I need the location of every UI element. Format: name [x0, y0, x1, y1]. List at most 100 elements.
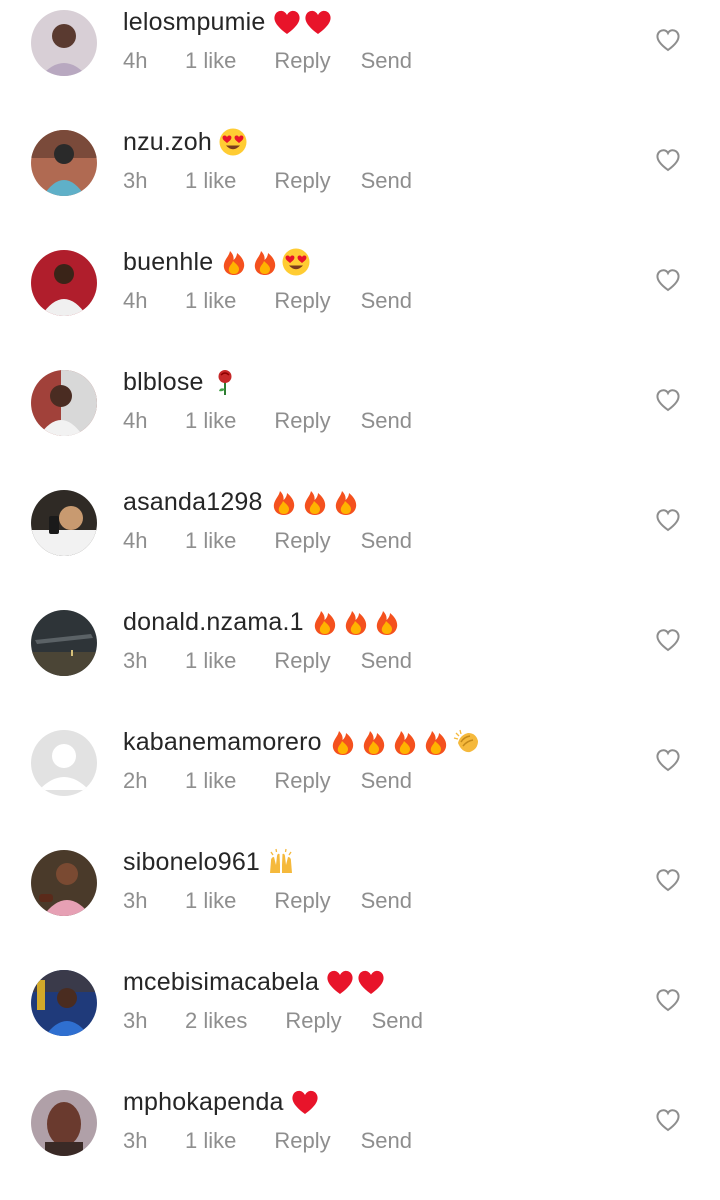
comment-username[interactable]: lelosmpumie — [123, 8, 266, 37]
fire-icon — [310, 607, 340, 637]
reply-button[interactable]: Reply — [274, 888, 330, 914]
like-heart-icon[interactable] — [655, 387, 681, 413]
like-heart-icon[interactable] — [655, 987, 681, 1013]
comment-likes[interactable]: 1 like — [185, 528, 236, 554]
comment-username[interactable]: mcebisimacabela — [123, 968, 319, 997]
comment-likes[interactable]: 2 likes — [185, 1008, 247, 1034]
avatar[interactable] — [31, 730, 97, 796]
avatar[interactable] — [31, 610, 97, 676]
comment-likes[interactable]: 1 like — [185, 288, 236, 314]
comment-likes[interactable]: 1 like — [185, 1128, 236, 1154]
comment-username[interactable]: asanda1298 — [123, 488, 263, 517]
comment-emojis — [290, 1087, 321, 1117]
comment-username[interactable]: buenhle — [123, 248, 213, 277]
avatar[interactable] — [31, 10, 97, 76]
avatar[interactable] — [31, 130, 97, 196]
avatar[interactable] — [31, 250, 97, 316]
avatar[interactable] — [31, 850, 97, 916]
comment-item: mcebisimacabela 3h 2 likes Reply Send — [0, 960, 720, 1080]
comment-likes[interactable]: 1 like — [185, 408, 236, 434]
comment-emojis — [325, 967, 387, 997]
avatar[interactable] — [31, 490, 97, 556]
reply-button[interactable]: Reply — [274, 168, 330, 194]
comment-time: 3h — [123, 888, 148, 913]
comment-item: buenhle 4h 1 like Reply Send — [0, 240, 720, 360]
comment-username[interactable]: mphokapenda — [123, 1088, 284, 1117]
raising-hands-icon — [266, 847, 296, 877]
fire-icon — [300, 487, 330, 517]
comments-list: lelosmpumie 4h 1 like Reply Send nzu.zoh — [0, 0, 720, 1174]
like-heart-icon[interactable] — [655, 267, 681, 293]
like-heart-icon[interactable] — [655, 1107, 681, 1133]
reply-button[interactable]: Reply — [274, 288, 330, 314]
comment-likes[interactable]: 1 like — [185, 888, 236, 914]
fire-icon — [328, 727, 358, 757]
fire-icon — [390, 727, 420, 757]
comment-likes[interactable]: 1 like — [185, 48, 236, 74]
rose-icon — [210, 367, 240, 397]
send-button[interactable]: Send — [361, 528, 412, 554]
comment-likes[interactable]: 1 like — [185, 648, 236, 674]
fire-icon — [372, 607, 402, 637]
comment-username[interactable]: kabanemamorero — [123, 728, 322, 757]
comment-emojis — [210, 367, 241, 397]
fire-icon — [359, 727, 389, 757]
comment-time: 3h — [123, 168, 148, 193]
avatar[interactable] — [31, 370, 97, 436]
comment-emojis — [269, 487, 362, 517]
comment-username[interactable]: blblose — [123, 368, 204, 397]
send-button[interactable]: Send — [361, 768, 412, 794]
comment-likes[interactable]: 1 like — [185, 768, 236, 794]
comment-item: asanda1298 4h 1 like Reply Send — [0, 480, 720, 600]
send-button[interactable]: Send — [361, 48, 412, 74]
fire-icon — [421, 727, 451, 757]
reply-button[interactable]: Reply — [285, 1008, 341, 1034]
heart-eyes-icon — [218, 127, 248, 157]
comment-time: 3h — [123, 1008, 148, 1033]
red-heart-icon — [325, 967, 355, 997]
send-button[interactable]: Send — [361, 288, 412, 314]
avatar[interactable] — [31, 970, 97, 1036]
comment-item: donald.nzama.1 3h 1 like Reply Send — [0, 600, 720, 720]
comment-time: 4h — [123, 528, 148, 553]
red-heart-icon — [303, 7, 333, 37]
comment-emojis — [219, 247, 312, 277]
send-button[interactable]: Send — [361, 1128, 412, 1154]
comment-emojis — [266, 847, 297, 877]
send-button[interactable]: Send — [372, 1008, 423, 1034]
send-button[interactable]: Send — [361, 888, 412, 914]
send-button[interactable]: Send — [361, 408, 412, 434]
like-heart-icon[interactable] — [655, 747, 681, 773]
comment-username[interactable]: sibonelo961 — [123, 848, 260, 877]
fire-icon — [219, 247, 249, 277]
send-button[interactable]: Send — [361, 168, 412, 194]
like-heart-icon[interactable] — [655, 507, 681, 533]
reply-button[interactable]: Reply — [274, 408, 330, 434]
comment-item: mphokapenda 3h 1 like Reply Send — [0, 1080, 720, 1200]
comment-emojis — [218, 127, 249, 157]
like-heart-icon[interactable] — [655, 867, 681, 893]
reply-button[interactable]: Reply — [274, 768, 330, 794]
comment-item: sibonelo961 3h 1 like Reply Send — [0, 840, 720, 960]
red-heart-icon — [272, 7, 302, 37]
send-button[interactable]: Send — [361, 648, 412, 674]
like-heart-icon[interactable] — [655, 147, 681, 173]
comment-emojis — [310, 607, 403, 637]
reply-button[interactable]: Reply — [274, 48, 330, 74]
reply-button[interactable]: Reply — [274, 528, 330, 554]
comment-time: 4h — [123, 288, 148, 313]
reply-button[interactable]: Reply — [274, 648, 330, 674]
avatar[interactable] — [31, 1090, 97, 1156]
like-heart-icon[interactable] — [655, 627, 681, 653]
fire-icon — [341, 607, 371, 637]
reply-button[interactable]: Reply — [274, 1128, 330, 1154]
comment-likes[interactable]: 1 like — [185, 168, 236, 194]
like-heart-icon[interactable] — [655, 27, 681, 53]
comment-item: nzu.zoh 3h 1 like Reply Send — [0, 120, 720, 240]
comment-time: 4h — [123, 408, 148, 433]
red-heart-icon — [290, 1087, 320, 1117]
comment-time: 2h — [123, 768, 148, 793]
comment-username[interactable]: nzu.zoh — [123, 128, 212, 157]
comment-username[interactable]: donald.nzama.1 — [123, 608, 304, 637]
comment-time: 4h — [123, 48, 148, 73]
